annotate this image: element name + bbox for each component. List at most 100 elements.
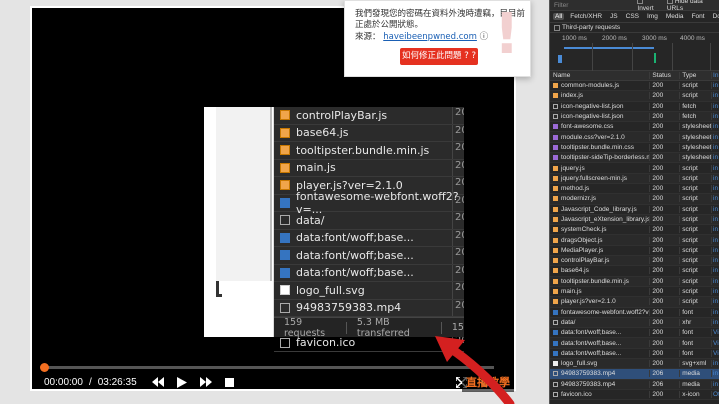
filter-type-fetchxhr[interactable]: Fetch/XHR bbox=[568, 13, 604, 20]
request-initiator[interactable]: in bbox=[711, 143, 719, 151]
request-initiator[interactable]: in bbox=[711, 370, 719, 378]
footer-divider bbox=[346, 321, 347, 334]
table-row[interactable]: modernizr.js 200 script in bbox=[550, 194, 719, 205]
table-row[interactable]: font-awesome.css 200 stylesheet in bbox=[550, 122, 719, 133]
script-file-icon bbox=[553, 196, 558, 202]
request-initiator[interactable]: in bbox=[711, 133, 719, 141]
table-row[interactable]: jquery.js 200 script in bbox=[550, 163, 719, 174]
column-status[interactable]: Status bbox=[649, 72, 679, 79]
table-row[interactable]: player.js?ver=2.1.0 200 script in bbox=[550, 297, 719, 308]
request-type: xhr bbox=[679, 318, 711, 326]
table-row[interactable]: favicon.ico 200x-iconOt bbox=[550, 390, 719, 401]
request-initiator[interactable]: in bbox=[711, 360, 719, 368]
fix-problem-button[interactable]: 如何修正此問題 ? ? bbox=[400, 48, 478, 65]
request-initiator[interactable]: in bbox=[711, 102, 719, 110]
table-row[interactable]: fontawesome-webfont.woff2?v=4.7...200fon… bbox=[550, 308, 719, 318]
table-row[interactable]: Javascript_Code_library.js 200 script in bbox=[550, 205, 719, 215]
table-row[interactable]: method.js 200 script in bbox=[550, 184, 719, 195]
script-file-icon bbox=[553, 299, 558, 305]
table-row[interactable]: tooltipster.bundle.min.js 200 script in bbox=[550, 276, 719, 287]
request-initiator[interactable]: Vi bbox=[711, 329, 719, 337]
request-initiator[interactable]: in bbox=[711, 205, 719, 213]
request-type: stylesheet bbox=[679, 143, 711, 151]
filter-type-font[interactable]: Font bbox=[690, 13, 707, 20]
request-initiator[interactable]: in bbox=[711, 113, 719, 121]
table-row[interactable]: controlPlayBar.js 200 script in bbox=[550, 256, 719, 267]
table-row[interactable]: index.js 200 script in bbox=[550, 91, 719, 102]
seek-bar-knob[interactable] bbox=[40, 363, 49, 372]
filter-type-js[interactable]: JS bbox=[608, 13, 620, 20]
table-row[interactable]: jquery.fullscreen-min.js 200 script in bbox=[550, 173, 719, 184]
request-initiator[interactable]: in bbox=[711, 154, 719, 162]
hide-data-urls-checkbox[interactable]: Hide data URLs bbox=[666, 0, 719, 12]
request-type: x-icon bbox=[679, 391, 711, 399]
request-initiator[interactable]: Vi bbox=[711, 339, 719, 347]
request-status: 200 bbox=[649, 329, 679, 337]
filter-type-doc[interactable]: Doc bbox=[711, 13, 719, 20]
table-row[interactable]: data:font/woff;base... 200 font Vi bbox=[550, 328, 719, 339]
request-initiator[interactable]: in bbox=[711, 298, 719, 306]
request-initiator[interactable]: in bbox=[711, 216, 719, 223]
filter-type-all[interactable]: All bbox=[553, 13, 565, 20]
table-row[interactable]: tooltipster.bundle.min.css 200 stylesheet i… bbox=[550, 143, 719, 154]
request-initiator[interactable]: in bbox=[711, 174, 719, 182]
table-row[interactable]: 94983759383.mp4 206 media in bbox=[550, 369, 719, 380]
third-party-checkbox[interactable]: Third-party requests bbox=[550, 23, 719, 33]
table-row[interactable]: icon-negative-list.json 200 fetch in bbox=[550, 102, 719, 112]
password-leak-alert: ! 我們發現您的密碼在資料外洩時遭竊，目目前正處於公開狀態。 來源： havei… bbox=[344, 0, 531, 77]
alert-source-link[interactable]: haveibeenpwned.com bbox=[383, 32, 477, 42]
table-row[interactable]: data:font/woff;base... 200 font Vi bbox=[550, 349, 719, 360]
table-row[interactable]: common-modules.js 200 script in bbox=[550, 81, 719, 92]
request-initiator[interactable]: in bbox=[711, 277, 719, 285]
filter-type-media[interactable]: Media bbox=[664, 13, 686, 20]
request-initiator[interactable]: in bbox=[711, 226, 719, 234]
list-item-status: 20 bbox=[452, 124, 464, 141]
request-initiator[interactable]: in bbox=[711, 236, 719, 244]
table-row[interactable]: data:font/woff;base... 200 font Vi bbox=[550, 338, 719, 349]
play-button[interactable] bbox=[173, 373, 191, 391]
fast-forward-button[interactable] bbox=[197, 373, 215, 391]
invert-checkbox[interactable]: Invert bbox=[637, 0, 660, 12]
info-icon[interactable]: ⓘ bbox=[480, 32, 489, 42]
table-row[interactable]: module.css?ver=2.1.0 200 stylesheet in bbox=[550, 132, 719, 143]
request-initiator[interactable]: in bbox=[711, 92, 719, 100]
column-type[interactable]: Type bbox=[679, 72, 711, 79]
request-initiator[interactable]: in bbox=[711, 164, 719, 172]
table-row[interactable]: Javascript_eXtension_library.js 200 script… bbox=[550, 214, 719, 226]
request-initiator[interactable]: Vi bbox=[711, 349, 719, 357]
request-name: jquery.js bbox=[561, 164, 585, 172]
request-initiator[interactable]: in bbox=[711, 380, 719, 388]
stop-button[interactable] bbox=[221, 373, 239, 391]
request-initiator[interactable]: in bbox=[711, 318, 719, 326]
request-initiator[interactable]: in bbox=[711, 308, 719, 316]
table-row[interactable]: icon-negative-list.json 200 fetch in bbox=[550, 111, 719, 123]
filter-type-css[interactable]: CSS bbox=[624, 13, 641, 20]
filter-input[interactable]: Filter bbox=[554, 2, 631, 9]
request-initiator[interactable]: Ot bbox=[711, 391, 719, 399]
request-initiator[interactable]: in bbox=[711, 123, 719, 131]
table-row[interactable]: tooltipster-sideTip-borderless.mi... 200 s… bbox=[550, 153, 719, 164]
column-name[interactable]: Name bbox=[550, 72, 649, 79]
table-row[interactable]: MediaPlayer.js 200 script in bbox=[550, 246, 719, 257]
network-timeline[interactable]: 1000 ms 2000 ms 3000 ms 4000 ms bbox=[550, 33, 719, 71]
request-initiator[interactable]: in bbox=[711, 246, 719, 254]
table-row[interactable]: main.js 200 script in bbox=[550, 287, 719, 298]
request-initiator[interactable]: in bbox=[711, 288, 719, 296]
request-name-cell: 94983759383.mp4 bbox=[550, 381, 649, 388]
request-initiator[interactable]: in bbox=[711, 267, 719, 275]
table-row[interactable]: systemCheck.js 200 script in bbox=[550, 225, 719, 236]
request-initiator[interactable]: in bbox=[711, 185, 719, 193]
request-status: 200 bbox=[649, 185, 679, 193]
table-row[interactable]: 94983759383.mp4 206 media in bbox=[550, 379, 719, 390]
request-initiator[interactable]: in bbox=[711, 195, 719, 203]
table-row[interactable]: data/200 xhr in bbox=[550, 317, 719, 329]
rewind-button[interactable] bbox=[149, 373, 167, 391]
request-initiator[interactable]: in bbox=[711, 257, 719, 265]
timeline-tick-label: 4000 ms bbox=[680, 35, 705, 42]
table-row[interactable]: dragsObject.js 200 script in bbox=[550, 235, 719, 246]
column-initiator[interactable]: In bbox=[711, 72, 719, 79]
table-row[interactable]: base64.js 200 script in bbox=[550, 266, 719, 277]
filter-type-img[interactable]: Img bbox=[645, 13, 660, 20]
table-row[interactable]: logo_full.svg 200 svg+xml in bbox=[550, 359, 719, 370]
request-initiator[interactable]: in bbox=[711, 82, 719, 90]
